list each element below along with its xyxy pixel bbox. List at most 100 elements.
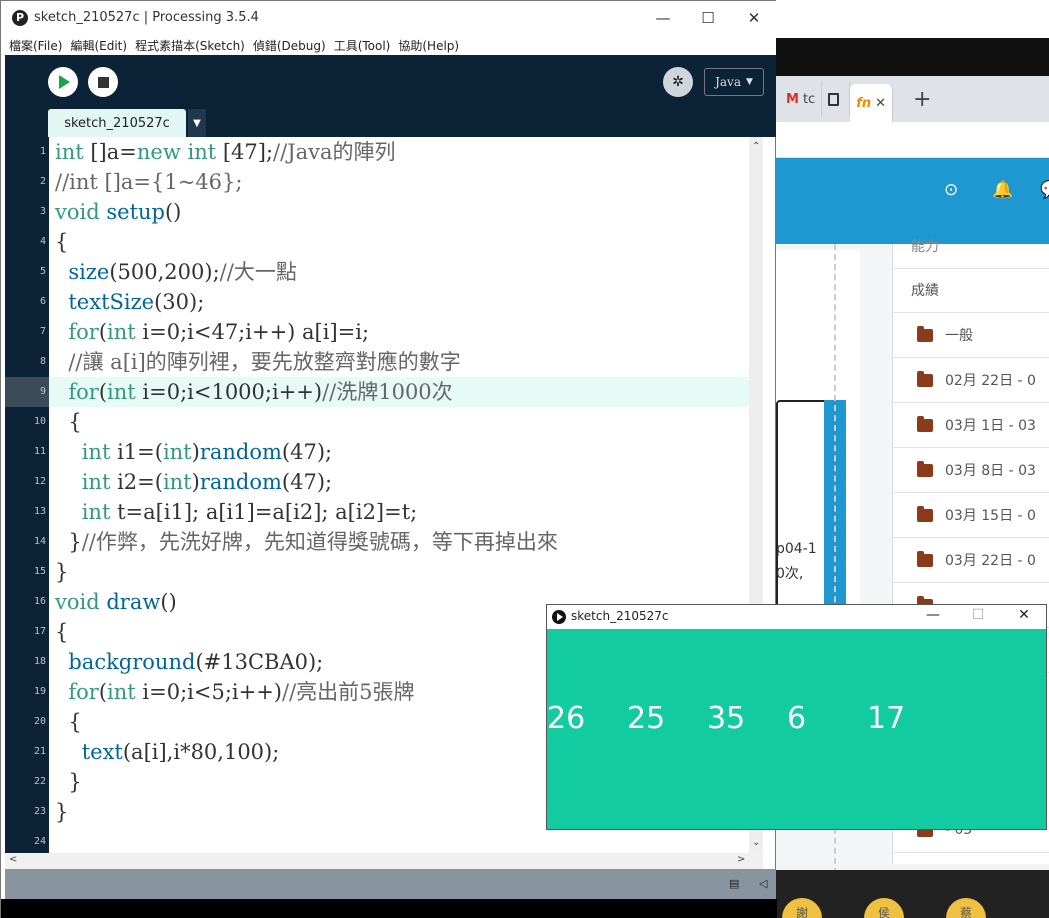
code-line[interactable]: size(500,200);//大一點: [55, 257, 296, 287]
code-line[interactable]: text(a[i],i*80,100);: [55, 737, 280, 767]
line-number: 16: [33, 596, 46, 607]
sidebar-item[interactable]: 一般: [893, 313, 1049, 358]
code-line[interactable]: }//作弊，先洗好牌，先知道得獎號碼，等下再掉出來: [55, 527, 558, 557]
sidebar-item-grades[interactable]: 成績: [893, 268, 1049, 313]
sidebar-item[interactable]: 03月 1日 - 03: [893, 403, 1049, 448]
sketch-close-button[interactable]: ✕: [1012, 607, 1036, 627]
menu-file[interactable]: 檔案(File): [9, 37, 62, 54]
code-line[interactable]: textSize(30);: [55, 287, 204, 317]
menu-help[interactable]: 協助(Help): [398, 37, 459, 54]
code-line[interactable]: int i2=(int)random(47);: [55, 467, 332, 497]
sidebar-item-label: 02月 22日 - 0: [945, 373, 1036, 389]
line-number: 9: [39, 386, 46, 397]
target-icon[interactable]: ⊙: [944, 180, 958, 200]
code-line[interactable]: //讓 a[i]的陣列裡，要先放整齊對應的數字: [55, 347, 461, 377]
line-number: 24: [33, 836, 46, 847]
code-line[interactable]: int t=a[i1]; a[i1]=a[i2]; a[i2]=t;: [55, 497, 418, 527]
line-number: 7: [39, 326, 46, 337]
sidebar-item[interactable]: 03月 22日 - 0: [893, 538, 1049, 583]
stop-button[interactable]: [88, 67, 118, 97]
code-line[interactable]: for(int i=0;i<5;i++)//亮出前5張牌: [55, 677, 414, 707]
sidebar-item[interactable]: 02月 22日 - 0: [893, 358, 1049, 403]
code-line[interactable]: for(int i=0;i<1000;i++)//洗牌1000次: [55, 377, 452, 407]
comment-token: //讓 a[i]的陣列裡，要先放整齊對應的數字: [68, 350, 461, 374]
browser-tab-active[interactable]: fn ✕: [850, 84, 894, 122]
console-icon[interactable]: ▤: [729, 877, 739, 890]
sidebar-item[interactable]: 03月 8日 - 03: [893, 448, 1049, 493]
menu-bar: 檔案(File) 編輯(Edit) 程式素描本(Sketch) 偵錯(Debug…: [1, 35, 776, 55]
code-token: ): [191, 440, 200, 464]
menu-edit[interactable]: 編輯(Edit): [70, 37, 127, 54]
code-line[interactable]: }: [55, 797, 68, 827]
browser-tab-gmail[interactable]: M tc: [780, 82, 823, 116]
code-token: {: [55, 620, 69, 644]
debugger-button[interactable]: ✲: [663, 67, 693, 97]
mode-selector[interactable]: Java ▼: [704, 68, 764, 96]
line-number: 12: [33, 476, 46, 487]
browser-tab-doc[interactable]: [822, 82, 851, 116]
maximize-button[interactable]: ☐: [693, 7, 723, 29]
processing-logo-icon: P: [12, 10, 28, 26]
code-line[interactable]: for(int i=0;i<47;i++) a[i]=i;: [55, 317, 369, 347]
scroll-left-icon[interactable]: <: [9, 854, 17, 865]
bell-icon[interactable]: 🔔: [992, 180, 1013, 200]
scroll-up-icon[interactable]: ⌃: [752, 141, 760, 152]
scroll-right-icon[interactable]: >: [737, 854, 745, 865]
sketch-minimize-button[interactable]: —: [921, 607, 945, 627]
browser-dark-band: [776, 38, 1049, 76]
code-line[interactable]: {: [55, 617, 68, 647]
function-token: size: [68, 260, 110, 284]
keyword-token: int: [162, 440, 192, 464]
ide-title-bar[interactable]: P sketch_210527c | Processing 3.5.4 — ☐ …: [1, 1, 776, 35]
tab-sketch[interactable]: sketch_210527c: [48, 109, 186, 137]
menu-debug[interactable]: 偵錯(Debug): [253, 37, 326, 54]
code-line[interactable]: background(#13CBA0);: [55, 647, 323, 677]
line-number: 8: [39, 356, 46, 367]
horizontal-scrollbar[interactable]: < >: [5, 853, 763, 869]
card-number: 25: [627, 701, 666, 736]
code-line[interactable]: void draw(): [55, 587, 177, 617]
tab-close-icon[interactable]: ✕: [875, 96, 886, 111]
code-line[interactable]: {: [55, 227, 68, 257]
sketch-window-title: sketch_210527c: [571, 609, 669, 623]
code-line[interactable]: {: [55, 407, 81, 437]
sketch-title-bar[interactable]: sketch_210527c — ☐ ✕: [547, 605, 1046, 629]
minimize-button[interactable]: —: [648, 7, 678, 29]
code-line[interactable]: {: [55, 707, 81, 737]
menu-tool[interactable]: 工具(Tool): [334, 37, 391, 54]
menu-sketch[interactable]: 程式素描本(Sketch): [135, 37, 245, 54]
code-line[interactable]: //int []a={1~46};: [55, 167, 242, 197]
card-number: 17: [867, 701, 906, 736]
line-number: 18: [33, 656, 46, 667]
browser-address-bar[interactable]: [776, 122, 1049, 158]
play-icon: [59, 75, 70, 89]
status-bar: ▤ ◁: [5, 869, 776, 899]
sketch-maximize-button[interactable]: ☐: [966, 607, 990, 627]
run-button[interactable]: [48, 67, 78, 97]
code-line[interactable]: int i1=(int)random(47);: [55, 437, 332, 467]
new-tab-icon[interactable]: +: [913, 87, 931, 112]
keyword-token: int: [107, 320, 136, 344]
sidebar-item[interactable]: 03月 15日 - 0: [893, 493, 1049, 538]
code-line[interactable]: void setup(): [55, 197, 181, 227]
keyword-token: new: [136, 140, 181, 164]
collapse-icon[interactable]: ◁: [759, 877, 767, 890]
keyword-token: int: [162, 470, 192, 494]
folder-icon: [917, 370, 933, 387]
sketch-canvas[interactable]: 26 25 35 6 17: [547, 629, 1046, 829]
line-number: 19: [33, 686, 46, 697]
code-line[interactable]: }: [55, 557, 68, 587]
code-line[interactable]: int []a=new int [47];//Java的陣列: [55, 137, 396, 167]
function-token: random: [199, 440, 282, 464]
scroll-down-icon[interactable]: ⌄: [752, 837, 760, 848]
code-line[interactable]: }: [55, 767, 81, 797]
sketch-play-icon: [552, 610, 566, 624]
card-number: 6: [787, 701, 807, 736]
chat-icon[interactable]: 💬: [1040, 180, 1049, 200]
code-token: []a=: [83, 140, 137, 164]
code-token: (47);: [281, 470, 333, 494]
close-button[interactable]: ✕: [739, 7, 769, 29]
tab-menu-arrow-icon[interactable]: ▼: [188, 109, 206, 137]
